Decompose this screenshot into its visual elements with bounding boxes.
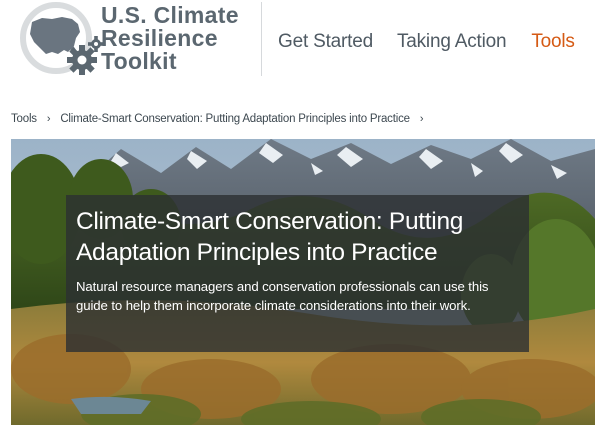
site-logo-text: U.S. Climate Resilience Toolkit — [101, 4, 239, 73]
hero-title: Climate-Smart Conservation: Putting Adap… — [76, 208, 464, 266]
nav-get-started[interactable]: Get Started — [278, 30, 373, 54]
chevron-right-icon: › — [46, 113, 51, 125]
breadcrumb: Tools › Climate-Smart Conservation: Putt… — [11, 111, 433, 127]
site-header: U.S. Climate Resilience Toolkit Get Star… — [0, 0, 595, 84]
nav-tools[interactable]: Tools — [531, 30, 575, 54]
header-divider — [261, 2, 262, 76]
us-map-gear-icon — [20, 2, 104, 75]
hero-description: Natural resource managers and conservati… — [76, 279, 489, 313]
breadcrumb-tools-link[interactable]: Tools — [11, 113, 37, 125]
chevron-right-icon: › — [419, 113, 424, 125]
logo-line: U.S. Climate — [101, 2, 239, 28]
main-nav: Get Started Taking Action Tools — [278, 30, 575, 54]
hero-caption-box: Climate-Smart Conservation: Putting Adap… — [66, 195, 529, 352]
logo-line: Resilience — [101, 25, 218, 51]
nav-taking-action[interactable]: Taking Action — [397, 30, 507, 54]
site-logo-link[interactable]: U.S. Climate Resilience Toolkit — [6, 0, 256, 80]
hero-banner: Climate-Smart Conservation: Putting Adap… — [11, 139, 595, 425]
breadcrumb-current-page[interactable]: Climate-Smart Conservation: Putting Adap… — [60, 113, 410, 125]
logo-line: Toolkit — [101, 48, 177, 74]
page: U.S. Climate Resilience Toolkit Get Star… — [0, 0, 595, 431]
